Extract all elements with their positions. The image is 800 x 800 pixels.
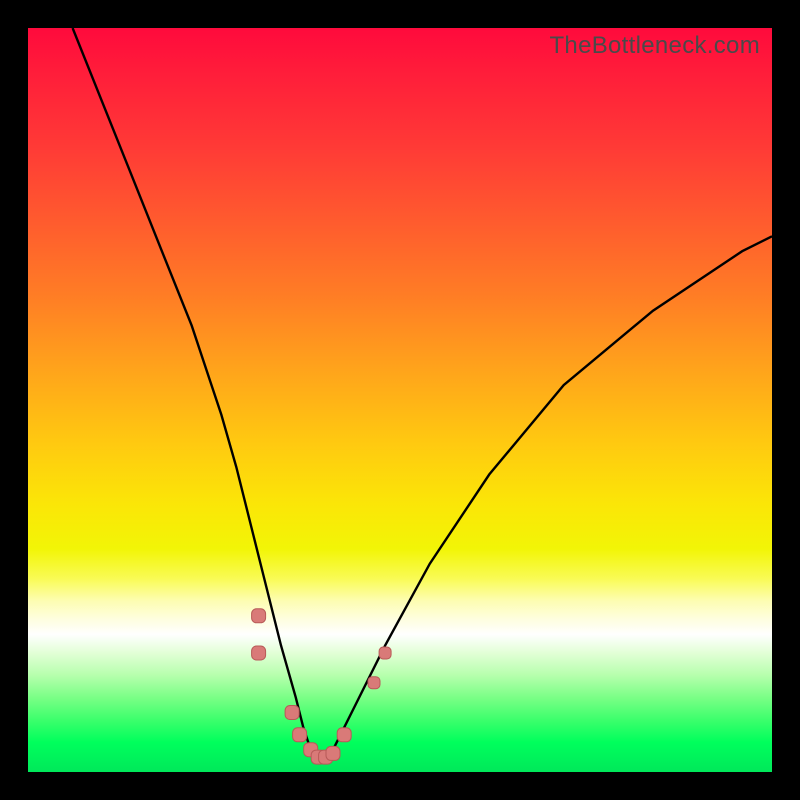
curve-marker <box>252 609 266 623</box>
curve-markers <box>252 609 392 764</box>
curve-svg <box>28 28 772 772</box>
curve-marker <box>293 728 307 742</box>
curve-marker <box>252 646 266 660</box>
watermark-text: TheBottleneck.com <box>549 32 760 60</box>
plot-area: TheBottleneck.com <box>28 28 772 772</box>
curve-marker <box>368 677 380 689</box>
curve-marker <box>379 647 391 659</box>
curve-marker <box>337 728 351 742</box>
bottleneck-curve-path <box>73 28 772 757</box>
curve-marker <box>285 706 299 720</box>
curve-marker <box>326 746 340 760</box>
chart-frame: TheBottleneck.com <box>0 0 800 800</box>
